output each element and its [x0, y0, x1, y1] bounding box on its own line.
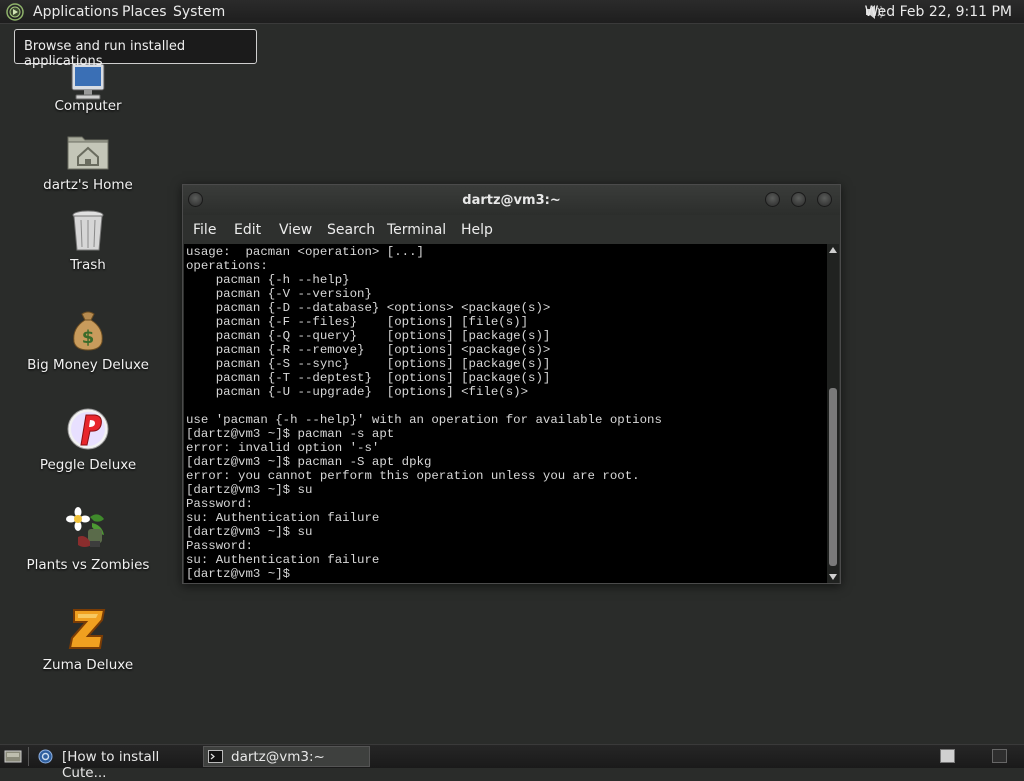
zuma-icon: [68, 609, 106, 649]
menu-file[interactable]: File: [193, 222, 216, 238]
terminal-output-text: usage: pacman <operation> [...] operatio…: [186, 245, 662, 581]
maximize-button[interactable]: [791, 192, 806, 207]
scroll-up-arrow-icon[interactable]: [829, 247, 837, 253]
home-folder-icon: [67, 136, 109, 170]
terminal-menubar: File Edit View Search Terminal Help: [183, 215, 840, 244]
close-button[interactable]: [817, 192, 832, 207]
taskbar-item-label: dartz@vm3:~: [231, 749, 325, 765]
applications-logo-icon[interactable]: [6, 3, 24, 21]
show-desktop-icon[interactable]: [4, 749, 22, 764]
terminal-output-area[interactable]: usage: pacman <operation> [...] operatio…: [184, 244, 827, 583]
panel-separator: [28, 747, 29, 766]
workspace-switcher-2[interactable]: [992, 749, 1007, 763]
window-title: dartz@vm3:~: [462, 193, 561, 208]
desktop-icon-label: Plants vs Zombies: [26, 557, 150, 573]
terminal-icon: [208, 750, 223, 763]
desktop-icon-trash[interactable]: Trash: [13, 205, 163, 275]
bottom-panel: [How to install Cute... dartz@vm3:~: [0, 744, 1024, 781]
menu-view[interactable]: View: [279, 222, 312, 238]
desktop-icon-label: Zuma Deluxe: [42, 657, 134, 673]
terminal-scrollbar[interactable]: [827, 244, 839, 583]
menu-system[interactable]: System: [173, 4, 225, 20]
taskbar-item-label: [How to install Cute...: [62, 749, 160, 781]
taskbar-item-terminal[interactable]: dartz@vm3:~: [203, 746, 370, 767]
plants-vs-zombies-icon: [66, 507, 104, 547]
desktop-icon-label: Trash: [70, 257, 106, 273]
menu-help[interactable]: Help: [461, 222, 493, 238]
workspace-switcher-1[interactable]: [940, 749, 955, 763]
desktop-icon-zuma-deluxe[interactable]: Zuma Deluxe: [13, 605, 163, 675]
desktop-icon-peggle-deluxe[interactable]: Peggle Deluxe: [13, 405, 163, 475]
peggle-icon: [67, 408, 109, 450]
tooltip: Browse and run installed applications: [14, 29, 257, 69]
menu-terminal[interactable]: Terminal: [387, 222, 446, 238]
window-titlebar[interactable]: dartz@vm3:~: [183, 185, 840, 215]
money-bag-icon: $: [73, 311, 103, 351]
taskbar-item-browser[interactable]: [How to install Cute...: [34, 746, 200, 781]
clock[interactable]: Wed Feb 22, 9:11 PM: [865, 4, 1012, 20]
terminal-window[interactable]: dartz@vm3:~ File Edit View Search Termin…: [182, 184, 841, 584]
menu-places[interactable]: Places: [122, 4, 167, 20]
scrollbar-thumb[interactable]: [829, 388, 837, 566]
desktop-icon-label: dartz's Home: [43, 177, 133, 193]
browser-icon: [38, 749, 53, 764]
top-panel: Applications Places System Wed Feb 22, 9…: [0, 0, 1024, 24]
desktop-icon-big-money-deluxe[interactable]: $ Big Money Deluxe: [13, 305, 163, 375]
menu-applications[interactable]: Applications: [33, 4, 119, 20]
desktop-icon-label: Computer: [54, 98, 122, 114]
scroll-down-arrow-icon[interactable]: [829, 574, 837, 580]
desktop-icon-home[interactable]: dartz's Home: [13, 125, 163, 195]
desktop-icon-label: Peggle Deluxe: [39, 457, 137, 473]
svg-text:$: $: [82, 327, 95, 348]
trash-icon: [72, 210, 104, 251]
menu-edit[interactable]: Edit: [234, 222, 261, 238]
desktop-icon-label: Big Money Deluxe: [27, 357, 149, 373]
menu-search[interactable]: Search: [327, 222, 375, 238]
minimize-button[interactable]: [765, 192, 780, 207]
desktop-icon-plants-vs-zombies[interactable]: Plants vs Zombies: [13, 505, 163, 575]
